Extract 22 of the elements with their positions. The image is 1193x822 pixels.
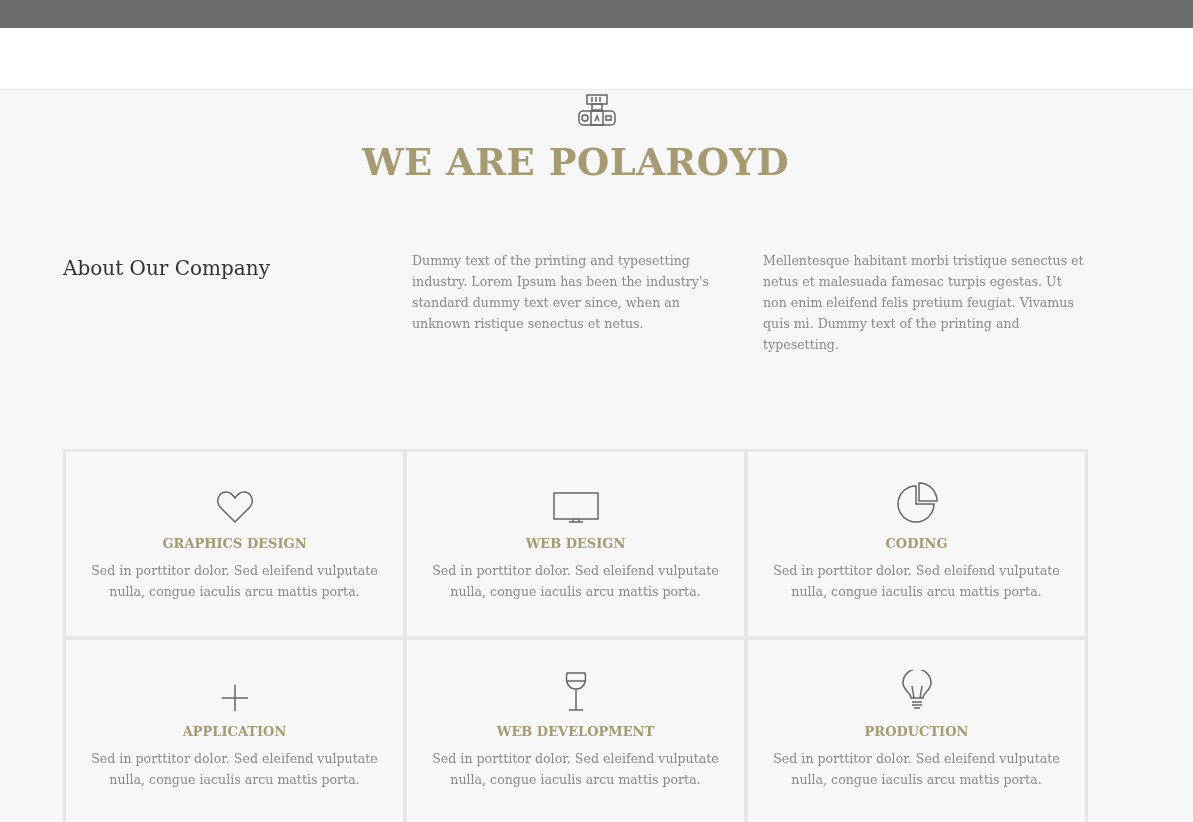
about-paragraph: Mellentesque habitant morbi tristique senectus et netus et malesuada famesac turpis egestas. Ut non enim eleifend felis pretium feugiat. Vivamus quis mi. Dummy text of the printing and typesetting. <box>763 252 1085 355</box>
service-description: Sed in porttitor dolor. Sed eleifend vulputate nulla, congue iaculis arcu mattis porta. <box>431 561 720 601</box>
service-description: Sed in porttitor dolor. Sed eleifend vulputate nulla, congue iaculis arcu mattis porta. <box>90 749 379 789</box>
service-title: WEB DEVELOPMENT <box>495 723 656 742</box>
heart-icon <box>215 490 254 525</box>
service-title: PRODUCTION <box>863 723 970 742</box>
service-title: WEB DESIGN <box>524 535 627 554</box>
service-description: Sed in porttitor dolor. Sed eleifend vulputate nulla, congue iaculis arcu mattis porta. <box>772 749 1061 789</box>
pie-chart-icon <box>895 482 938 525</box>
service-title: GRAPHICS DESIGN <box>161 535 308 554</box>
service-description: Sed in porttitor dolor. Sed eleifend vulputate nulla, congue iaculis arcu mattis porta. <box>772 561 1061 601</box>
wine-glass-icon <box>563 672 588 713</box>
service-title: CODING <box>884 535 949 554</box>
service-description: Sed in porttitor dolor. Sed eleifend vulputate nulla, congue iaculis arcu mattis porta. <box>431 749 720 789</box>
about-paragraph: Dummy text of the printing and typesetting industry. Lorem Ipsum has been the industry's standard dummy text ever since, when an unknown ristique senectus et netus. <box>412 252 710 334</box>
camera-icon <box>577 94 616 128</box>
service-title: APPLICATION <box>181 723 288 742</box>
page-title: WE ARE POLAROYD <box>360 140 790 185</box>
section-heading: About Our Company <box>63 256 271 281</box>
monitor-icon <box>552 492 599 525</box>
plus-icon <box>220 684 249 713</box>
service-description: Sed in porttitor dolor. Sed eleifend vulputate nulla, congue iaculis arcu mattis porta. <box>90 561 379 601</box>
